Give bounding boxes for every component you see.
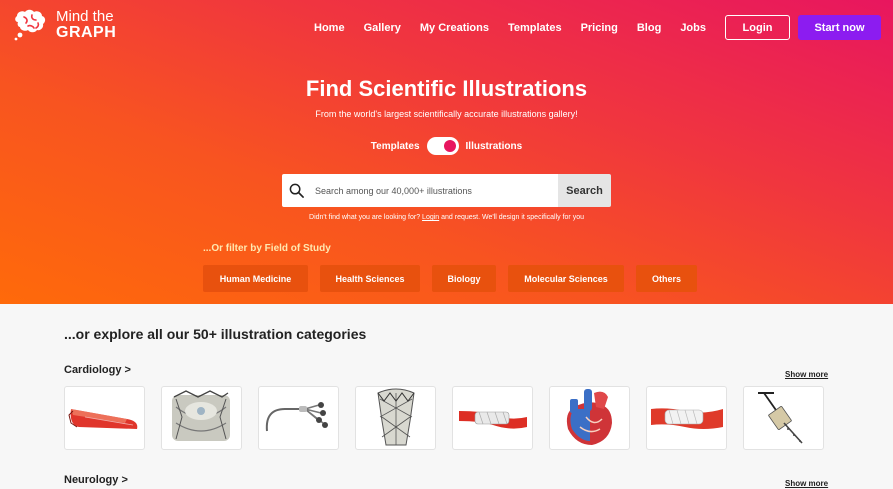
categories-heading: ...or explore all our 50+ illustration c… bbox=[64, 326, 367, 342]
cardiology-thumbnails bbox=[64, 386, 824, 450]
surgical-tool-illustration[interactable] bbox=[743, 386, 824, 450]
field-filter-title: ...Or filter by Field of Study bbox=[203, 243, 331, 254]
search-box[interactable] bbox=[282, 174, 558, 207]
stent-balloon-illustration[interactable] bbox=[646, 386, 727, 450]
catheter-wires-illustration[interactable] bbox=[258, 386, 339, 450]
request-hint: Didn't find what you are looking for? Lo… bbox=[0, 214, 893, 221]
brand-name-line1: Mind the bbox=[56, 8, 114, 25]
chip-human-medicine[interactable]: Human Medicine bbox=[203, 265, 308, 292]
login-button[interactable]: Login bbox=[725, 15, 790, 40]
heart-anatomy-illustration[interactable] bbox=[549, 386, 630, 450]
stent-illustration[interactable] bbox=[452, 386, 533, 450]
brain-logo-icon bbox=[14, 9, 46, 41]
brand-logo[interactable]: Mind the GRAPH bbox=[12, 8, 116, 42]
show-more-cardiology[interactable]: Show more bbox=[785, 370, 828, 379]
hero-banner: Mind the GRAPH Home Gallery My Creations… bbox=[0, 0, 893, 304]
hint-login-link[interactable]: Login bbox=[422, 214, 439, 221]
page-title: Find Scientific Illustrations bbox=[305, 76, 588, 101]
category-title-neurology[interactable]: Neurology > bbox=[64, 474, 128, 486]
search-bar: Search bbox=[282, 174, 611, 207]
search-icon bbox=[289, 183, 304, 198]
nav-pricing[interactable]: Pricing bbox=[581, 22, 618, 34]
field-filter-chips: Human Medicine Health Sciences Biology M… bbox=[203, 265, 697, 292]
nav-my-creations[interactable]: My Creations bbox=[420, 22, 489, 34]
show-more-neurology[interactable]: Show more bbox=[785, 479, 828, 488]
heart-valve-illustration[interactable] bbox=[161, 386, 242, 450]
chip-health-sciences[interactable]: Health Sciences bbox=[320, 265, 420, 292]
nav-jobs[interactable]: Jobs bbox=[680, 22, 706, 34]
stent-catheter-illustration[interactable] bbox=[64, 386, 145, 450]
hint-text-before: Didn't find what you are looking for? bbox=[309, 214, 421, 221]
chip-others[interactable]: Others bbox=[636, 265, 697, 292]
start-now-button[interactable]: Start now bbox=[798, 15, 881, 40]
toggle-label-illustrations[interactable]: Illustrations bbox=[466, 141, 523, 152]
mode-toggle-row: Templates Illustrations bbox=[0, 137, 893, 155]
search-input[interactable] bbox=[315, 185, 545, 196]
chip-molecular-sciences[interactable]: Molecular Sciences bbox=[508, 265, 624, 292]
brand-name-line2: GRAPH bbox=[56, 24, 117, 41]
templates-illustrations-toggle[interactable] bbox=[426, 137, 459, 155]
chip-biology[interactable]: Biology bbox=[432, 265, 496, 292]
toggle-knob bbox=[443, 140, 456, 152]
nav-blog[interactable]: Blog bbox=[637, 22, 661, 34]
page-subtitle: From the world's largest scientifically … bbox=[315, 109, 578, 119]
mesh-valve-illustration[interactable] bbox=[355, 386, 436, 450]
hint-text-after: and request. We'll design it specificall… bbox=[441, 214, 584, 221]
nav-home[interactable]: Home bbox=[314, 22, 345, 34]
nav-gallery[interactable]: Gallery bbox=[364, 22, 401, 34]
search-button[interactable]: Search bbox=[558, 174, 611, 207]
category-title-cardiology[interactable]: Cardiology > bbox=[64, 364, 131, 376]
nav-templates[interactable]: Templates bbox=[508, 22, 562, 34]
toggle-label-templates[interactable]: Templates bbox=[371, 141, 420, 152]
top-navigation: Home Gallery My Creations Templates Pric… bbox=[314, 15, 881, 40]
